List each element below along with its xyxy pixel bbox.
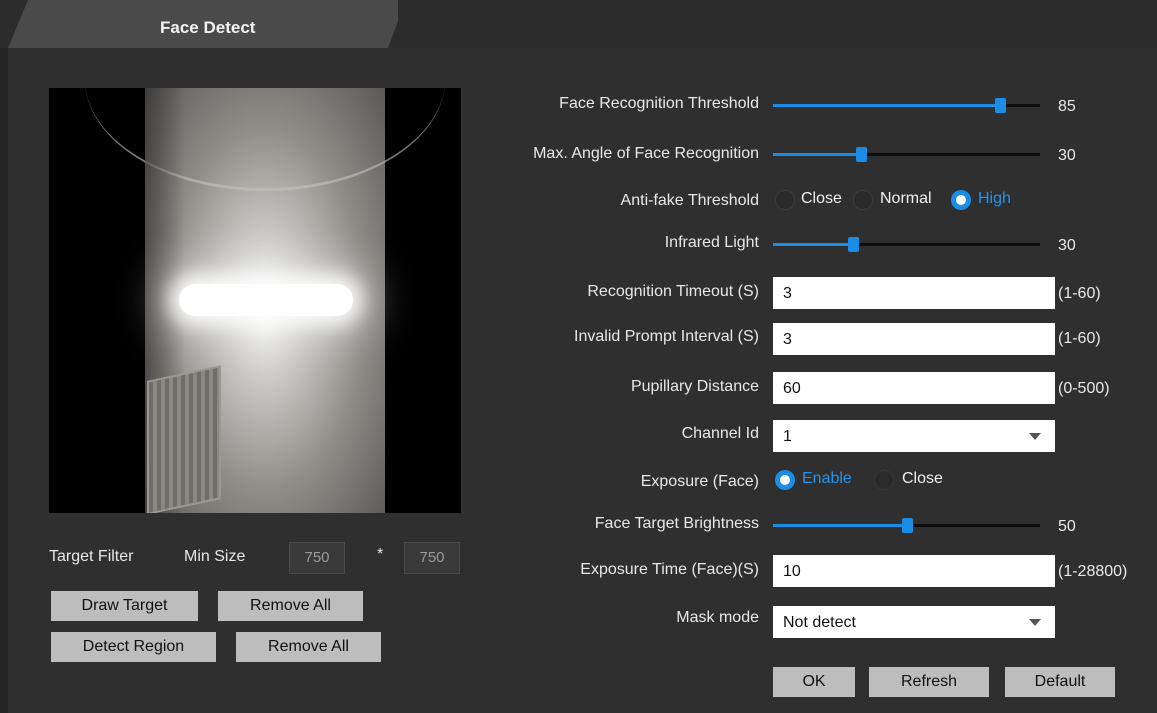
remove-all-regions-button[interactable]: Remove All (236, 632, 381, 662)
face-recognition-threshold-slider[interactable] (773, 96, 1040, 116)
ceiling-arc (85, 88, 445, 191)
exposure-time-range: (1-28800) (1058, 563, 1128, 580)
target-filter-label: Target Filter (49, 548, 134, 565)
channel-id-select[interactable]: 1 (773, 420, 1055, 452)
mask-mode-label: Mask mode (676, 609, 759, 626)
default-button[interactable]: Default (1005, 667, 1115, 697)
camera-image (85, 88, 445, 513)
exposure-face-label: Exposure (Face) (640, 473, 759, 490)
face-recognition-threshold-value: 85 (1058, 98, 1076, 115)
detect-region-button[interactable]: Detect Region (51, 632, 216, 662)
mask-mode-value: Not detect (783, 614, 856, 631)
invalid-prompt-interval-range: (1-60) (1058, 330, 1101, 347)
ceiling-light (179, 284, 353, 316)
face-recognition-threshold-label: Face Recognition Threshold (559, 95, 759, 112)
anti-fake-high-radio[interactable] (951, 190, 971, 210)
min-size-width-input[interactable]: 750 (289, 542, 345, 574)
recognition-timeout-range: (1-60) (1058, 285, 1101, 302)
exposure-close-radio[interactable] (874, 470, 894, 490)
remove-all-targets-button[interactable]: Remove All (218, 591, 363, 621)
exposure-enable-label: Enable (802, 470, 852, 487)
exposure-close-label: Close (902, 470, 943, 487)
recognition-timeout-label: Recognition Timeout (S) (587, 283, 759, 300)
pupillary-distance-range: (0-500) (1058, 380, 1110, 397)
face-target-brightness-label: Face Target Brightness (594, 515, 759, 532)
ok-button[interactable]: OK (773, 667, 855, 697)
infrared-light-slider[interactable] (773, 235, 1040, 255)
slider-handle[interactable] (901, 518, 913, 533)
tab-face-detect-label: Face Detect (160, 18, 256, 37)
max-angle-label: Max. Angle of Face Recognition (533, 145, 759, 162)
exposure-time-label: Exposure Time (Face)(S) (580, 561, 759, 578)
chevron-down-icon (1029, 619, 1041, 626)
pupillary-distance-label: Pupillary Distance (630, 378, 759, 395)
face-detect-panel: Face Detect Target Filter Min Size 750 *… (0, 0, 1157, 713)
anti-fake-close-label: Close (801, 190, 842, 207)
exposure-enable-radio[interactable] (775, 470, 795, 490)
anti-fake-normal-radio[interactable] (853, 190, 873, 210)
infrared-light-value: 30 (1058, 237, 1076, 254)
tab-face-detect[interactable]: Face Detect (8, 0, 398, 48)
infrared-light-label: Infrared Light (664, 234, 759, 251)
channel-id-label: Channel Id (681, 425, 759, 442)
anti-fake-threshold-label: Anti-fake Threshold (620, 192, 759, 209)
max-angle-value: 30 (1058, 147, 1076, 164)
wall-vent (147, 365, 221, 513)
face-target-brightness-value: 50 (1058, 518, 1076, 535)
max-angle-slider[interactable] (773, 145, 1040, 165)
exposure-time-input[interactable]: 10 (773, 555, 1055, 587)
tab-bar: Face Detect (0, 0, 1157, 48)
anti-fake-normal-label: Normal (880, 190, 932, 207)
refresh-button[interactable]: Refresh (869, 667, 989, 697)
size-separator: * (377, 546, 384, 563)
invalid-prompt-interval-label: Invalid Prompt Interval (S) (574, 328, 759, 345)
chevron-down-icon (1029, 433, 1041, 440)
invalid-prompt-interval-input[interactable]: 3 (773, 323, 1055, 355)
slider-handle[interactable] (848, 237, 860, 252)
camera-preview[interactable] (49, 88, 461, 513)
face-target-brightness-slider[interactable] (773, 516, 1040, 536)
min-size-label: Min Size (184, 548, 246, 565)
anti-fake-close-radio[interactable] (775, 190, 795, 210)
anti-fake-high-label: High (978, 190, 1011, 207)
min-size-height-input[interactable]: 750 (404, 542, 460, 574)
mask-mode-select[interactable]: Not detect (773, 606, 1055, 638)
draw-target-button[interactable]: Draw Target (51, 591, 198, 621)
recognition-timeout-input[interactable]: 3 (773, 277, 1055, 309)
channel-id-value: 1 (783, 428, 792, 445)
pupillary-distance-input[interactable]: 60 (773, 372, 1055, 404)
slider-handle[interactable] (856, 147, 868, 162)
slider-handle[interactable] (994, 98, 1006, 113)
